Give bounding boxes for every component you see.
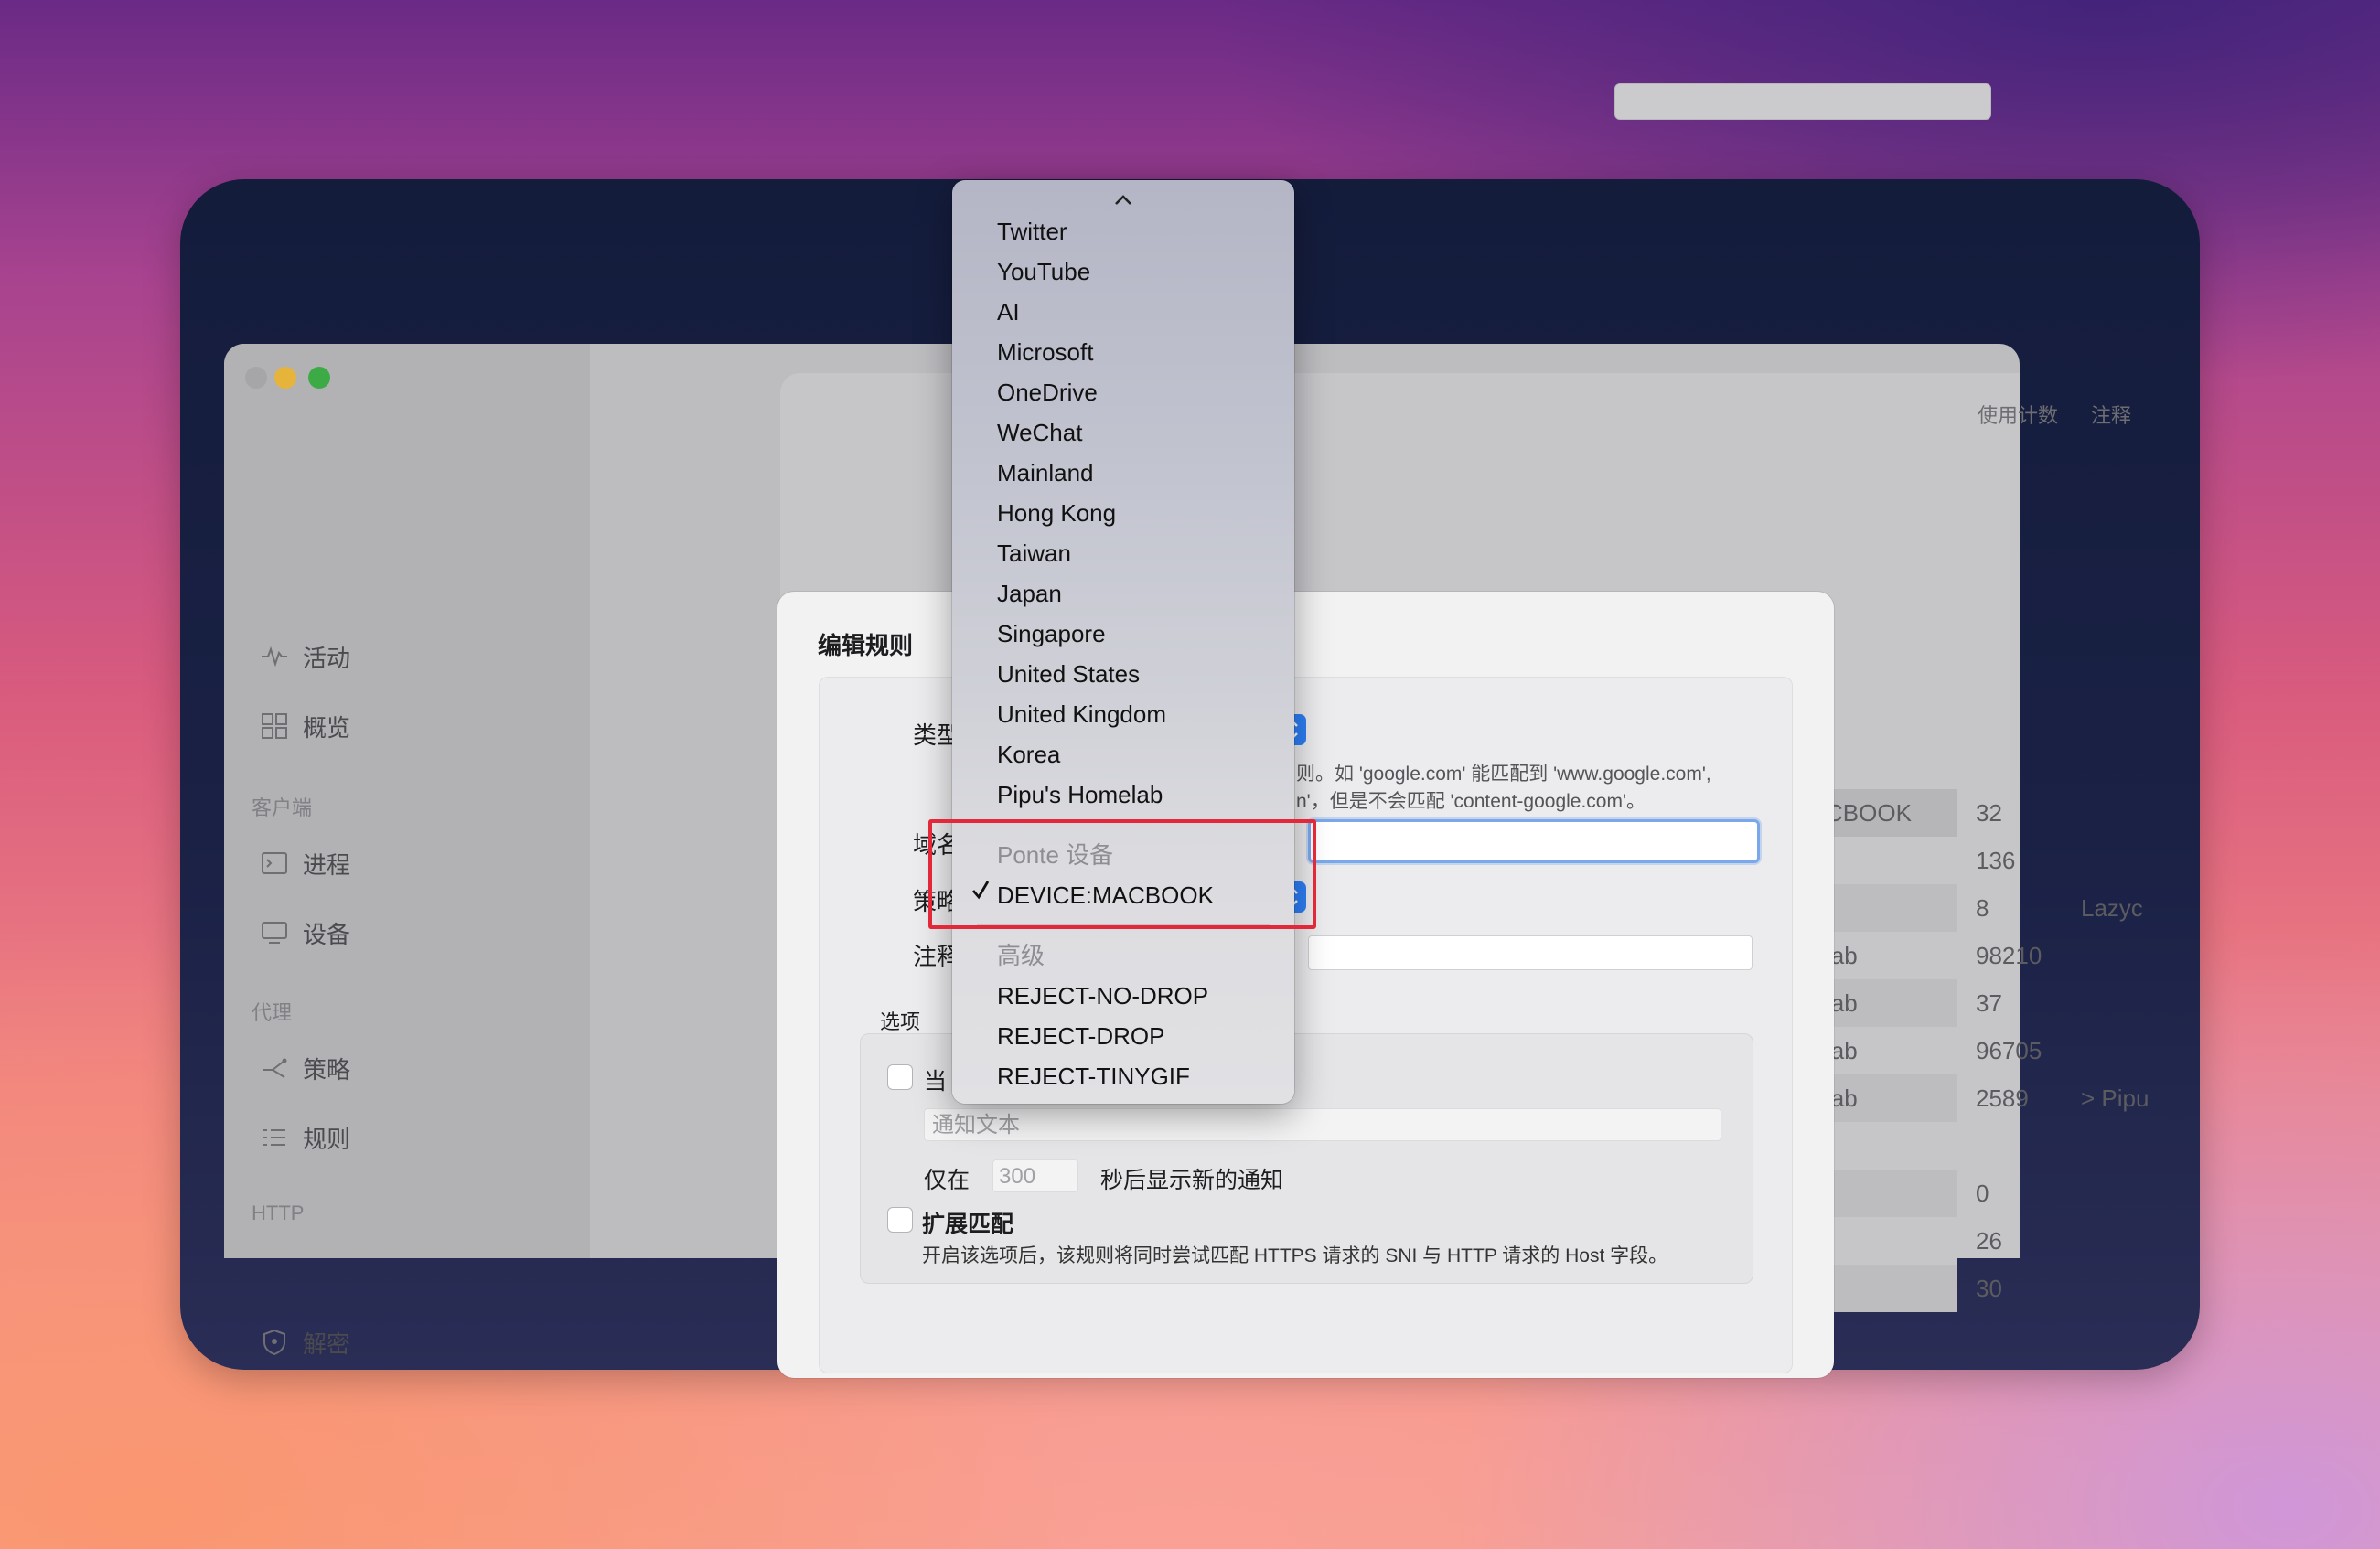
monitor-icon — [259, 917, 290, 948]
sheet-title: 编辑规则 — [818, 632, 914, 659]
activity-icon — [259, 641, 290, 672]
cell-count: 8 — [1976, 894, 1989, 922]
menu-item-reject-drop[interactable]: REJECT-DROP — [997, 1018, 1164, 1054]
only-prefix-label: 仅在 — [924, 1168, 970, 1193]
menu-item-united-states[interactable]: United States — [997, 656, 1140, 692]
menu-item-twitter[interactable]: Twitter — [997, 213, 1067, 250]
menu-item-onedrive[interactable]: OneDrive — [997, 374, 1098, 411]
annotation-highlight-box — [928, 819, 1316, 929]
shield-icon — [259, 1327, 290, 1358]
window-minimize-button[interactable] — [274, 367, 296, 389]
notify-checkbox[interactable] — [887, 1064, 913, 1090]
sidebar-item-overview[interactable]: 概览 — [259, 706, 350, 746]
sidebar-section-http: HTTP — [252, 1202, 305, 1224]
sidebar-item-rules[interactable]: 规则 — [259, 1117, 350, 1158]
window-close-button[interactable] — [245, 367, 267, 389]
branch-icon — [259, 1052, 290, 1084]
cell-count: 2589 — [1976, 1084, 2029, 1112]
sidebar-item-label: 解密 — [303, 1330, 351, 1358]
menu-item-ai[interactable]: AI — [997, 294, 1020, 330]
cell-policy: CBOOK — [1826, 799, 1912, 827]
menu-item-youtube[interactable]: YouTube — [997, 253, 1090, 290]
extended-match-description: 开启该选项后，该规则将同时尝试匹配 HTTPS 请求的 SNI 与 HTTP 请… — [922, 1245, 1668, 1266]
menu-header-advanced: 高级 — [997, 942, 1045, 969]
cell-count: 37 — [1976, 989, 2002, 1017]
grid-icon — [259, 710, 290, 742]
cell-count: 136 — [1976, 847, 2016, 874]
sidebar-item-decrypt[interactable]: 解密 — [259, 1322, 350, 1362]
cell-count: 96705 — [1976, 1037, 2042, 1064]
sidebar-item-process[interactable]: 进程 — [259, 843, 350, 883]
cell-count: 26 — [1976, 1227, 2002, 1255]
hint-text-line1: 则。如 'google.com' 能匹配到 'www.google.com', — [1296, 764, 1711, 785]
cell-note: Lazyc — [2081, 894, 2143, 922]
menu-item-wechat[interactable]: WeChat — [997, 414, 1082, 451]
menu-item-japan[interactable]: Japan — [997, 575, 1062, 612]
notify-label: 当 — [924, 1069, 948, 1095]
sidebar-section-proxy: 代理 — [252, 1001, 293, 1024]
menu-item-microsoft[interactable]: Microsoft — [997, 334, 1093, 370]
menu-item-reject-no-drop[interactable]: REJECT-NO-DROP — [997, 977, 1208, 1014]
sidebar-item-label: 概览 — [303, 713, 351, 742]
menu-item-korea[interactable]: Korea — [997, 736, 1060, 773]
menu-item-reject-tinygif[interactable]: REJECT-TINYGIF — [997, 1058, 1190, 1095]
sidebar-item-label: 活动 — [303, 644, 351, 672]
hint-text-line2: n'，但是不会匹配 'content-google.com'。 — [1296, 791, 1646, 812]
menu-item-mainland[interactable]: Mainland — [997, 454, 1094, 491]
cell-count: 32 — [1976, 799, 2002, 827]
cell-count: 98210 — [1976, 942, 2042, 969]
sidebar-item-capture[interactable]: 捕获 — [259, 1253, 350, 1258]
options-label: 选项 — [880, 1010, 921, 1033]
cell-note: > Pipu — [2081, 1084, 2150, 1112]
sidebar-section-client: 客户端 — [252, 796, 313, 819]
menu-item-taiwan[interactable]: Taiwan — [997, 535, 1071, 572]
notify-text-input[interactable]: 通知文本 — [924, 1108, 1721, 1141]
window-maximize-button[interactable] — [308, 367, 330, 389]
terminal-icon — [259, 848, 290, 879]
sidebar-item-label: 设备 — [303, 920, 351, 948]
menu-item-singapore[interactable]: Singapore — [997, 615, 1106, 652]
sidebar-item-activity[interactable]: 活动 — [259, 636, 350, 677]
only-suffix-label: 秒后显示新的通知 — [1100, 1168, 1284, 1193]
search-field[interactable] — [1614, 83, 1991, 120]
seconds-input[interactable]: 300 — [992, 1159, 1078, 1192]
sidebar-item-label: 捕获 — [303, 1256, 350, 1259]
menu-item-united-kingdom[interactable]: United Kingdom — [997, 696, 1166, 732]
extended-match-label: 扩展匹配 — [922, 1212, 1014, 1237]
extended-match-checkbox[interactable] — [887, 1207, 913, 1233]
sidebar-item-label: 进程 — [303, 850, 351, 879]
menu-item-pipus-homelab[interactable]: Pipu's Homelab — [997, 776, 1163, 813]
sidebar-item-devices[interactable]: 设备 — [259, 913, 350, 953]
column-header-note[interactable]: 注释 — [2091, 400, 2131, 429]
domain-input[interactable] — [1308, 819, 1760, 863]
cell-count: 0 — [1976, 1180, 1989, 1207]
menu-item-hong-kong[interactable]: Hong Kong — [997, 495, 1116, 531]
sidebar-item-label: 规则 — [303, 1125, 351, 1153]
download-box-icon — [259, 1257, 290, 1258]
sidebar-item-policies[interactable]: 策略 — [259, 1048, 350, 1088]
chevron-up-icon[interactable] — [1110, 190, 1137, 208]
sidebar: 活动 概览 客户端 进程 设备 代理 策略 规则 HTTP 捕获 — [224, 344, 590, 1258]
sidebar-item-label: 策略 — [303, 1055, 351, 1084]
column-header-count[interactable]: 使用计数 — [1978, 400, 2058, 429]
note-input[interactable] — [1308, 935, 1753, 970]
list-icon — [259, 1122, 290, 1153]
cell-count: 30 — [1976, 1275, 2002, 1302]
